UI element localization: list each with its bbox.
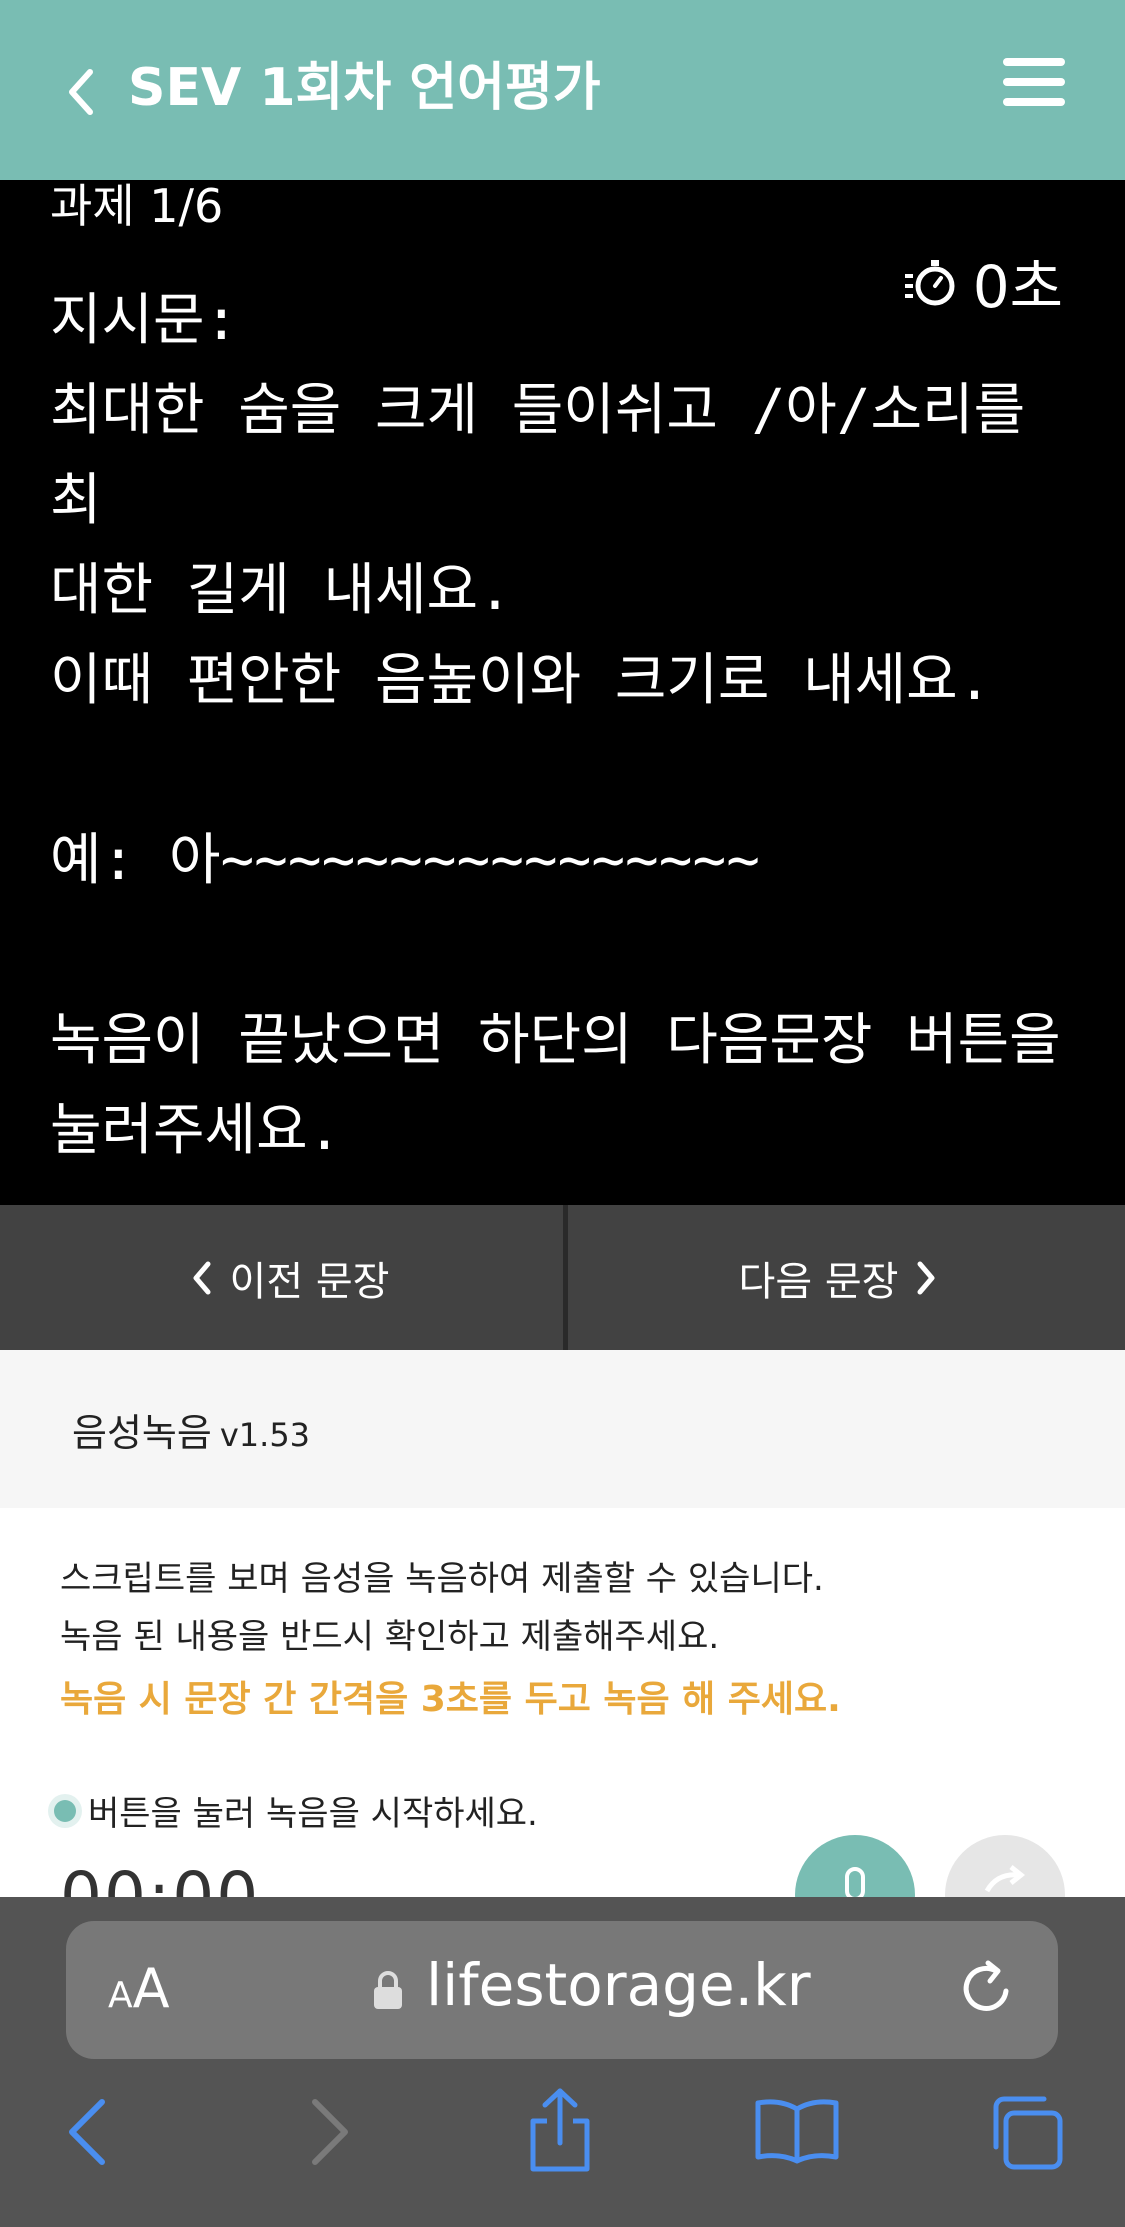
hamburger-menu-icon[interactable]: [1003, 58, 1065, 106]
prev-sentence-label: 이전 문장: [229, 1258, 390, 1305]
share-icon[interactable]: [525, 2085, 595, 2175]
recorder-desc-line2: 녹음 된 내용을 반드시 확인하고 제출해주세요.: [60, 1617, 720, 1657]
next-sentence-button[interactable]: 다음 문장: [568, 1205, 1125, 1350]
prev-sentence-button[interactable]: 이전 문장: [0, 1205, 563, 1350]
text-size-button[interactable]: AA: [108, 1957, 170, 2020]
chevron-right-icon: [917, 1261, 935, 1294]
page-title: SEV 1회차 언어평가: [128, 58, 601, 118]
instruction-text: 지시문: 최대한 숨을 크게 들이쉬고 /아/소리를 최 대한 길게 내세요. …: [50, 288, 1061, 1163]
tabs-icon[interactable]: [988, 2093, 1068, 2173]
app-header: SEV 1회차 언어평가: [0, 0, 1125, 180]
chevron-left-icon: [193, 1261, 211, 1294]
text-size-large: A: [132, 1957, 170, 2020]
url-text: lifestorage.kr: [426, 1951, 811, 2019]
recorder-header: 음성녹음 v1.53: [0, 1350, 1125, 1508]
instruction-panel: 과제 1/6 0초 지시문: 최대한 숨을 크게 들이쉬고 /아/소리를 최 대…: [0, 179, 1125, 1205]
task-counter: 과제 1/6: [50, 179, 224, 233]
recorder-status: 버튼을 눌러 녹음을 시작하세요.: [54, 1786, 538, 1835]
status-dot-icon: [54, 1799, 76, 1822]
browser-chrome: AA lifestorage.kr: [0, 1897, 1125, 2227]
recorder-warning: 녹음 시 문장 간 간격을 3초를 두고 녹음 해 주세요.: [60, 1679, 841, 1720]
recorder-desc-line1: 스크립트를 보며 음성을 녹음하여 제출할 수 있습니다.: [60, 1559, 824, 1599]
reload-icon[interactable]: [956, 1957, 1020, 2021]
recorder-status-text: 버튼을 눌러 녹음을 시작하세요.: [88, 1794, 538, 1834]
browser-forward-icon[interactable]: [305, 2092, 355, 2172]
text-size-small: A: [108, 1975, 133, 2016]
recorder-title-text: 음성녹음: [72, 1411, 212, 1455]
next-sentence-label: 다음 문장: [738, 1258, 899, 1305]
recorder-description: 스크립트를 보며 음성을 녹음하여 제출할 수 있습니다. 녹음 된 내용을 반…: [60, 1550, 824, 1666]
back-icon[interactable]: [62, 62, 102, 122]
recorder-version: v1.53: [219, 1416, 311, 1454]
address-bar[interactable]: AA lifestorage.kr: [66, 1921, 1058, 2059]
bookmarks-icon[interactable]: [752, 2095, 842, 2165]
sentence-nav: 이전 문장 다음 문장: [0, 1205, 1125, 1350]
browser-back-icon[interactable]: [62, 2092, 112, 2172]
lock-icon: [374, 1971, 402, 2009]
recorder-title: 음성녹음 v1.53: [72, 1402, 310, 1457]
